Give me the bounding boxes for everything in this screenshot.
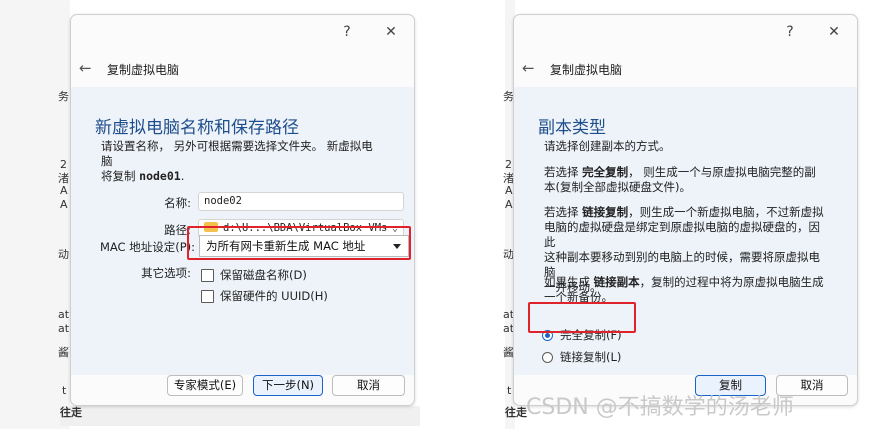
- intro-text: 请选择创建副本的方式。: [544, 139, 671, 153]
- keep-disk-names-checkbox[interactable]: 保留磁盘名称(D): [201, 267, 307, 283]
- description-text: 若选择: [544, 205, 583, 219]
- source-vm-name: node01: [139, 169, 181, 183]
- wizard-title: 复制虚拟电脑: [550, 63, 623, 77]
- background-text: A: [60, 198, 68, 211]
- keep-hardware-uuid-checkbox[interactable]: 保留硬件的 UUID(H): [201, 288, 328, 304]
- background-text: 往走: [60, 406, 82, 419]
- description-text: ， 则生成一个与原虚拟电脑完整的副: [628, 165, 816, 179]
- wizard-title: 复制虚拟电脑: [107, 63, 180, 77]
- background-text: A: [505, 184, 513, 197]
- close-icon[interactable]: ✕: [823, 21, 845, 43]
- name-input[interactable]: node02: [198, 192, 404, 211]
- checkbox-label: 保留硬件的 UUID(H): [220, 289, 328, 303]
- description-line: 电脑的虚拟硬盘是绑定到原虚拟电脑的虚拟硬盘的，因此: [544, 220, 820, 249]
- highlight-box: [187, 226, 411, 260]
- background-text: A: [60, 184, 68, 197]
- next-button[interactable]: 下一步(N): [253, 375, 323, 396]
- name-label: 名称:: [164, 196, 191, 210]
- background-text: 往走: [505, 406, 527, 419]
- path-label: 路径:: [164, 223, 191, 237]
- page-heading: 副本类型: [538, 118, 606, 138]
- page-heading: 新虚拟电脑名称和保存路径: [95, 118, 299, 138]
- background-text: 动: [58, 248, 69, 261]
- help-icon[interactable]: ?: [336, 21, 358, 43]
- full-clone-description: 若选择 完全复制， 则生成一个与原虚拟电脑完整的副 本(复制全部虚拟硬盘文件)。: [544, 165, 824, 195]
- emphasis-text: 链接副本: [593, 275, 640, 289]
- linked-backup-description: 如果生成 链接副本，复制的过程中将为原虚拟电脑生成 一个新备份。: [544, 275, 824, 305]
- description-text: ，复制的过程中将为原虚拟电脑生成: [639, 275, 824, 289]
- checkbox-label: 保留磁盘名称(D): [220, 268, 307, 282]
- checkbox-box[interactable]: [201, 289, 214, 303]
- linked-clone-radio[interactable]: 链接复制(L): [542, 349, 621, 365]
- background-text: at: [58, 322, 70, 335]
- page-description: 请设置名称， 另外可根据需要选择文件夹。 新虚拟电脑 将复制 node01.: [101, 139, 381, 184]
- background-window-left: [0, 0, 70, 429]
- background-text: t: [62, 384, 67, 397]
- background-text: 务: [58, 90, 69, 103]
- emphasis-text: 完全复制: [582, 165, 629, 179]
- description-text: 若选择: [544, 165, 583, 179]
- checkbox-box[interactable]: [201, 268, 214, 282]
- radio-label: 链接复制(L): [560, 350, 622, 364]
- expert-mode-button[interactable]: 专家模式(E): [167, 375, 243, 396]
- help-icon[interactable]: ?: [779, 21, 801, 43]
- description-line: 若选择 链接复制，则生成一个新虚拟电脑，不过新虚拟: [544, 205, 824, 220]
- cancel-button[interactable]: 取消: [332, 375, 405, 396]
- clone-vm-dialog-name-path: ? ✕ ← 复制虚拟电脑 新虚拟电脑名称和保存路径 请设置名称， 另外可根据需要…: [70, 14, 415, 406]
- clone-vm-dialog-clone-type: ? ✕ ← 复制虚拟电脑 副本类型 请选择创建副本的方式。 若选择 完全复制， …: [513, 14, 858, 406]
- other-options-label: 其它选项:: [141, 266, 191, 280]
- mac-policy-label: MAC 地址设定(P):: [99, 240, 195, 254]
- description-line: 如果生成 链接副本，复制的过程中将为原虚拟电脑生成: [544, 275, 824, 290]
- emphasis-text: 链接复制: [582, 205, 629, 219]
- description-text: ，则生成一个新虚拟电脑，不过新虚拟: [628, 205, 824, 219]
- close-icon[interactable]: ✕: [380, 21, 402, 43]
- description-text: 将复制: [101, 169, 140, 183]
- description-line: 若选择 完全复制， 则生成一个与原虚拟电脑完整的副: [544, 165, 824, 180]
- description-line: 请设置名称， 另外可根据需要选择文件夹。 新虚拟电脑: [101, 139, 373, 168]
- description-text: 如果生成: [544, 275, 594, 289]
- description-text: .: [180, 169, 185, 183]
- background-text: t: [507, 384, 512, 397]
- back-arrow-icon[interactable]: ←: [79, 59, 92, 77]
- highlight-box: [528, 302, 636, 333]
- description-line: 本(复制全部虚拟硬盘文件)。: [544, 180, 691, 194]
- radio-indicator[interactable]: [542, 351, 553, 363]
- background-text: 酱: [58, 346, 69, 359]
- back-arrow-icon[interactable]: ←: [522, 59, 535, 77]
- background-window-left-bottom: [60, 406, 420, 426]
- description-line: 将复制 node01.: [101, 169, 381, 184]
- watermark: CSDN @不搞数学的汤老师: [526, 395, 794, 420]
- background-text: at: [58, 308, 70, 321]
- background-text: A: [505, 198, 513, 211]
